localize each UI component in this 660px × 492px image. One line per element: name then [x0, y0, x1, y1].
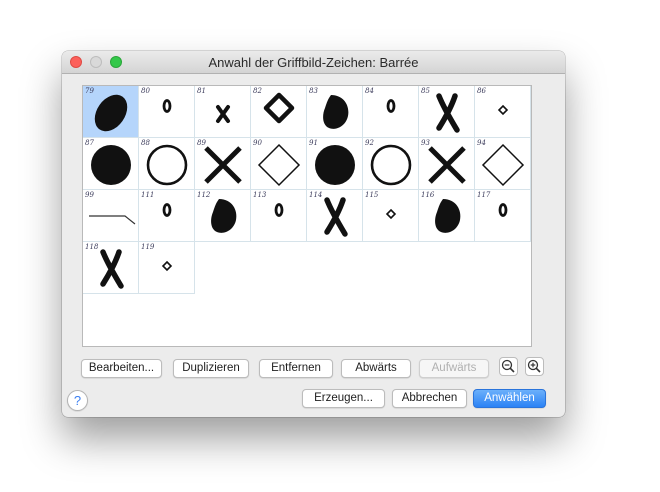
- symbol-cell[interactable]: 111: [139, 190, 195, 242]
- symbol-cell[interactable]: 83: [307, 86, 363, 138]
- line-icon: [89, 215, 136, 225]
- cancel-button[interactable]: Abbrechen: [392, 389, 467, 408]
- brush-x-icon: [324, 197, 348, 237]
- symbol-cell[interactable]: 81: [195, 86, 251, 138]
- select-button[interactable]: Anwählen: [473, 389, 546, 408]
- big-x-icon: [204, 146, 242, 184]
- brush-x-icon: [100, 249, 124, 289]
- symbol-cell[interactable]: 90: [251, 138, 307, 190]
- symbol-cell[interactable]: 92: [363, 138, 419, 190]
- blob-icon: [211, 199, 237, 233]
- symbol-cell[interactable]: 88: [139, 138, 195, 190]
- symbol-cell[interactable]: 115: [363, 190, 419, 242]
- symbol-cell[interactable]: 112: [195, 190, 251, 242]
- symbol-cell[interactable]: 93: [419, 138, 475, 190]
- blob-icon: [435, 199, 461, 233]
- duplicate-button[interactable]: Duplizieren: [173, 359, 249, 378]
- open-circle-icon: [146, 144, 188, 186]
- symbol-cell[interactable]: 80: [139, 86, 195, 138]
- symbol-cell[interactable]: 85: [419, 86, 475, 138]
- small-oval-icon: [162, 99, 172, 113]
- symbol-cell[interactable]: 99: [83, 190, 139, 242]
- symbol-cell[interactable]: 114: [307, 190, 363, 242]
- help-button[interactable]: ?: [67, 390, 88, 411]
- edit-button[interactable]: Bearbeiten...: [81, 359, 162, 378]
- remove-button[interactable]: Entfernen: [259, 359, 333, 378]
- zoom-in-icon: [527, 359, 541, 373]
- symbol-cell[interactable]: 82: [251, 86, 307, 138]
- filled-circle-icon: [91, 145, 131, 185]
- symbol-cell[interactable]: 118: [83, 242, 139, 294]
- window-title: Anwahl der Griffbild-Zeichen: Barrée: [208, 55, 419, 70]
- symbol-cell[interactable]: 84: [363, 86, 419, 138]
- move-down-button[interactable]: Abwärts: [341, 359, 411, 378]
- outline-diamond-icon: [257, 143, 301, 187]
- symbol-cell[interactable]: 86: [475, 86, 531, 138]
- create-button[interactable]: Erzeugen...: [302, 389, 385, 408]
- tiny-diamond-icon: [497, 104, 509, 116]
- thumb-blob-icon: [94, 94, 128, 132]
- dialog-window: Anwahl der Griffbild-Zeichen: Barrée 79 8…: [62, 51, 565, 417]
- filled-circle-icon: [315, 145, 355, 185]
- small-oval-icon: [498, 203, 508, 217]
- tiny-diamond-icon: [161, 260, 173, 272]
- symbol-cell[interactable]: 94: [475, 138, 531, 190]
- symbol-cell[interactable]: 79: [83, 86, 139, 138]
- symbol-cell[interactable]: 89: [195, 138, 251, 190]
- blob-icon: [323, 95, 349, 129]
- symbol-cell[interactable]: 119: [139, 242, 195, 294]
- symbol-cell[interactable]: 116: [419, 190, 475, 242]
- brush-x-icon: [436, 93, 460, 133]
- symbol-grid[interactable]: 79 80 81 82 83 84 85 86 87 88 89 90 91 92 93 94 99 111 112…: [82, 85, 532, 347]
- open-diamond-icon: [263, 92, 295, 124]
- zoom-out-icon: [501, 359, 515, 373]
- tiny-diamond-icon: [385, 208, 397, 220]
- small-x-icon: [216, 105, 230, 123]
- zoom-in-button[interactable]: [525, 357, 544, 376]
- move-up-button[interactable]: Aufwärts: [419, 359, 489, 378]
- outline-diamond-icon: [481, 143, 525, 187]
- small-oval-icon: [162, 203, 172, 217]
- small-oval-icon: [274, 203, 284, 217]
- open-circle-icon: [370, 144, 412, 186]
- symbol-cell[interactable]: 91: [307, 138, 363, 190]
- symbol-cell[interactable]: 113: [251, 190, 307, 242]
- symbol-cell[interactable]: 117: [475, 190, 531, 242]
- symbol-cell[interactable]: 87: [83, 138, 139, 190]
- small-oval-icon: [386, 99, 396, 113]
- big-x-icon: [428, 146, 466, 184]
- zoom-out-button[interactable]: [499, 357, 518, 376]
- title-bar[interactable]: Anwahl der Griffbild-Zeichen: Barrée: [62, 51, 565, 74]
